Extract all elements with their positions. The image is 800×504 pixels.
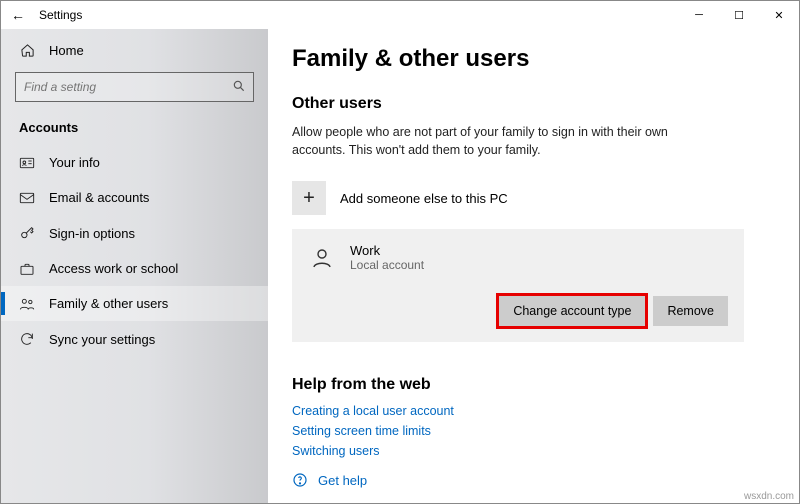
nav-family-other-users[interactable]: Family & other users — [1, 286, 268, 321]
app-title: Settings — [39, 8, 82, 22]
nav-signin-options[interactable]: Sign-in options — [1, 215, 268, 251]
nav-sync-settings[interactable]: Sync your settings — [1, 321, 268, 357]
briefcase-icon — [19, 262, 35, 276]
nav-label: Sign-in options — [49, 226, 135, 241]
help-icon — [292, 472, 308, 488]
change-account-type-button[interactable]: Change account type — [499, 296, 645, 326]
get-help-link[interactable]: Get help — [292, 472, 775, 488]
nav-email-accounts[interactable]: Email & accounts — [1, 180, 268, 215]
other-users-heading: Other users — [292, 95, 775, 113]
close-button[interactable]: ✕ — [759, 1, 799, 29]
content-pane: Family & other users Other users Allow p… — [268, 29, 799, 503]
section-label: Accounts — [1, 112, 268, 145]
get-help-label: Get help — [318, 473, 367, 488]
help-heading: Help from the web — [292, 376, 775, 394]
sidebar: Home Accounts Your info — [1, 29, 268, 503]
other-users-desc: Allow people who are not part of your fa… — [292, 123, 712, 159]
help-link-create-local[interactable]: Creating a local user account — [292, 404, 775, 418]
minimize-button[interactable]: ─ — [679, 1, 719, 29]
nav-label: Sync your settings — [49, 332, 155, 347]
remove-button[interactable]: Remove — [653, 296, 728, 326]
key-icon — [19, 225, 35, 241]
home-label: Home — [49, 43, 84, 58]
titlebar: ← Settings ─ ☐ ✕ — [1, 1, 799, 29]
watermark: wsxdn.com — [744, 491, 794, 502]
nav-label: Your info — [49, 155, 100, 170]
home-icon — [19, 43, 35, 58]
id-card-icon — [19, 156, 35, 170]
nav-label: Family & other users — [49, 296, 168, 311]
plus-icon: + — [292, 181, 326, 215]
back-button[interactable]: ← — [11, 7, 25, 23]
user-card[interactable]: Work Local account Change account type R… — [292, 229, 744, 342]
nav-label: Access work or school — [49, 261, 178, 276]
mail-icon — [19, 192, 35, 204]
add-user-row[interactable]: + Add someone else to this PC — [292, 175, 775, 229]
nav-label: Email & accounts — [49, 190, 149, 205]
nav-access-work-school[interactable]: Access work or school — [1, 251, 268, 286]
search-input[interactable] — [15, 72, 254, 102]
page-heading: Family & other users — [292, 45, 775, 73]
maximize-button[interactable]: ☐ — [719, 1, 759, 29]
help-link-screen-time[interactable]: Setting screen time limits — [292, 424, 775, 438]
help-link-switching-users[interactable]: Switching users — [292, 444, 775, 458]
add-user-label: Add someone else to this PC — [340, 191, 508, 206]
user-name: Work — [350, 243, 424, 258]
home-nav[interactable]: Home — [1, 35, 268, 66]
settings-window: ← Settings ─ ☐ ✕ Home — [0, 0, 800, 504]
person-icon — [308, 244, 336, 272]
search-box[interactable] — [15, 72, 254, 102]
nav-your-info[interactable]: Your info — [1, 145, 268, 180]
user-subtitle: Local account — [350, 258, 424, 272]
people-icon — [19, 297, 35, 311]
sync-icon — [19, 331, 35, 347]
